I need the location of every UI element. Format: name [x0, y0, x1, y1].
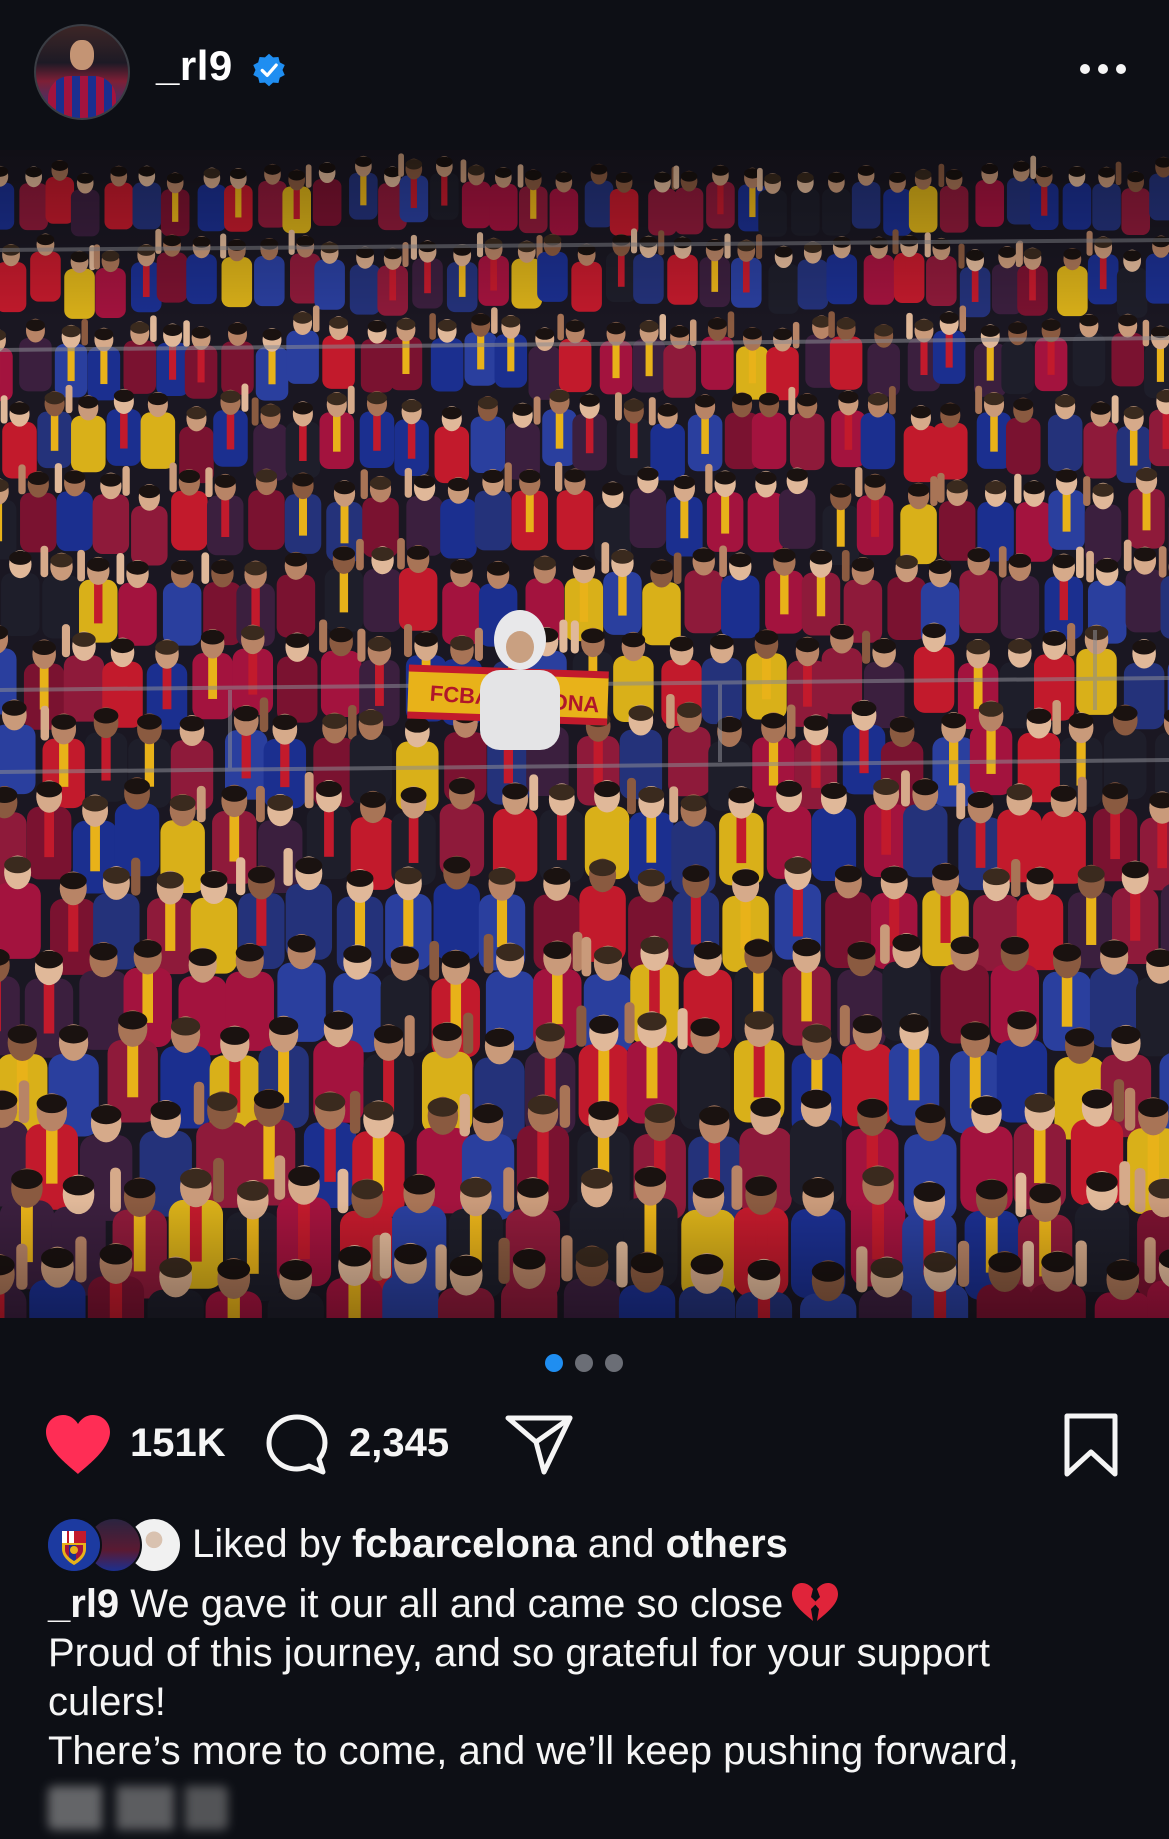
caption-text-3: culers!	[48, 1680, 166, 1724]
broken-heart-icon	[792, 1583, 839, 1621]
like-count[interactable]: 151K	[130, 1421, 226, 1466]
comment-icon[interactable]	[264, 1412, 330, 1478]
caption-username[interactable]: _rl9	[48, 1582, 119, 1626]
post-header: _rl9	[0, 0, 1169, 142]
comment-count[interactable]: 2,345	[349, 1421, 449, 1466]
caption-text-4: There’s more to come, and we’ll keep pus…	[48, 1729, 1019, 1773]
caption-text-2: Proud of this journey, and so grateful f…	[48, 1631, 991, 1675]
liked-by-prefix: Liked by	[192, 1522, 341, 1566]
fcbarcelona-avatar	[46, 1517, 102, 1573]
avatar-jersey	[48, 76, 116, 118]
carousel-dot-3[interactable]	[605, 1354, 623, 1372]
carousel-indicator	[545, 1354, 625, 1374]
post-image[interactable]: FCBARCELONA	[0, 150, 1169, 1318]
avatar-head	[70, 40, 94, 70]
carousel-dot-2[interactable]	[575, 1354, 593, 1372]
liked-by-conjunction: and	[587, 1522, 655, 1566]
post-caption: _rl9 We gave it our all and came so clos…	[48, 1580, 1138, 1776]
liked-by-text[interactable]: Liked by fcbarcelona and others	[192, 1522, 788, 1567]
carousel-dot-1[interactable]	[545, 1354, 563, 1372]
caption-text-1: We gave it our all and came so close	[130, 1582, 784, 1626]
share-icon[interactable]	[504, 1412, 574, 1476]
liked-by-avatars[interactable]	[46, 1517, 182, 1573]
liked-by-account[interactable]: fcbarcelona	[352, 1522, 577, 1566]
liked-by-others[interactable]: others	[666, 1522, 788, 1566]
username[interactable]: _rl9	[156, 42, 233, 90]
more-horizontal-icon[interactable]	[1076, 54, 1130, 84]
profile-avatar[interactable]	[34, 24, 130, 120]
heart-icon[interactable]	[42, 1412, 114, 1476]
verified-badge-icon	[253, 53, 285, 87]
bookmark-icon[interactable]	[1062, 1412, 1120, 1478]
caption-line-1: _rl9 We gave it our all and came so clos…	[48, 1580, 1138, 1629]
crowd-photo: FCBARCELONA	[0, 150, 1169, 1318]
caption-faded-text	[48, 1786, 228, 1830]
